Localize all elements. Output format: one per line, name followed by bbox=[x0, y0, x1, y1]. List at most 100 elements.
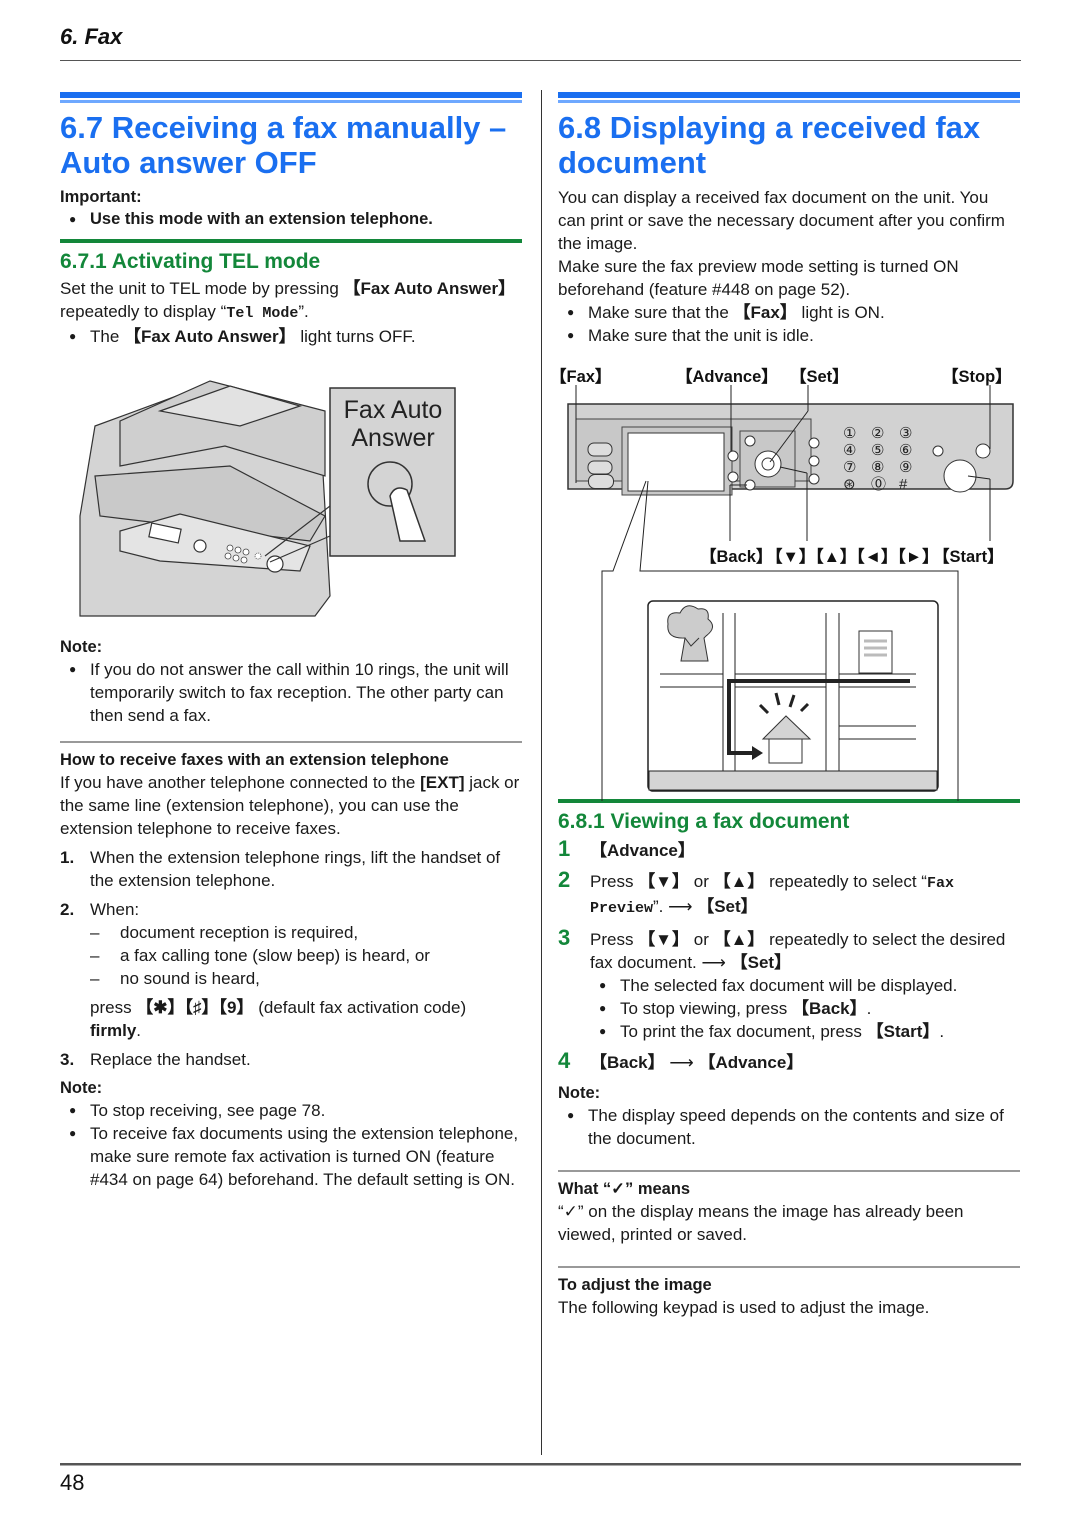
printer-illustration: Fax Auto Answer bbox=[60, 366, 490, 626]
important-item: Use this mode with an extension telephon… bbox=[60, 208, 522, 231]
mini-start bbox=[266, 555, 284, 573]
text: To print the fax document, press bbox=[620, 1022, 867, 1041]
key-back: 【Back】 bbox=[590, 1053, 665, 1072]
key-ext: [EXT] bbox=[420, 773, 465, 792]
step-item: 2 Press 【▼】 or 【▲】 repeatedly to select “… bbox=[558, 868, 1020, 920]
what-means-text: “✓” on the display means the image has a… bbox=[558, 1202, 964, 1244]
key-up: 【▲】 bbox=[713, 872, 765, 891]
subsection-title-6-7-1: 6.7.1 Activating TEL mode bbox=[60, 250, 321, 273]
key-fax: 【Fax】 bbox=[733, 303, 797, 322]
fax-mode-button bbox=[588, 474, 614, 489]
text: Set the unit to TEL mode by pressing bbox=[60, 279, 344, 298]
bullet-item: To stop viewing, press 【Back】. bbox=[590, 997, 1020, 1020]
advance-button bbox=[727, 450, 739, 462]
right-column: 6.8 Displaying a received fax document Y… bbox=[550, 92, 1020, 1319]
note-item: If you do not answer the call within 10 … bbox=[60, 658, 522, 727]
step-item: 4 【Back】 ⟶ 【Advance】 bbox=[558, 1048, 1020, 1074]
lcd-screen bbox=[627, 432, 725, 492]
key-0: ⓪ bbox=[871, 476, 887, 493]
mode-button-1 bbox=[587, 442, 613, 457]
footer-rule bbox=[60, 1463, 1021, 1466]
chapter-header: 6. Fax bbox=[60, 24, 123, 49]
step-text: When the extension telephone rings, lift… bbox=[90, 848, 501, 890]
step-item: 2. When: document reception is required, … bbox=[60, 898, 522, 1042]
step-text: When: bbox=[90, 900, 140, 919]
text: press bbox=[90, 998, 137, 1017]
menu-button bbox=[727, 471, 739, 483]
keypad: ① ② ③ ④ ⑤ ⑥ ⑦ ⑧ ⑨ ⊛ ⓪ # bbox=[843, 425, 927, 493]
step-number: 1. bbox=[60, 848, 75, 867]
control-panel-drawing bbox=[567, 385, 1014, 801]
step3-bullets: The selected fax document will be displa… bbox=[590, 974, 1020, 1043]
divider bbox=[558, 1170, 1020, 1172]
control-panel-figure: 【Fax】 【Advance】 【Set】 【Stop】 【Back】 【▼】【… bbox=[550, 361, 1014, 801]
key-advance: 【Advance】 bbox=[590, 841, 695, 860]
key-start: 【Start】 bbox=[866, 1022, 940, 1041]
condition-item: a fax calling tone (slow beep) is heard,… bbox=[90, 944, 522, 967]
text: ”. bbox=[298, 302, 309, 321]
text: . bbox=[939, 1022, 945, 1041]
text: repeatedly to select “ bbox=[764, 872, 927, 891]
divider bbox=[558, 1266, 1020, 1268]
text: To stop viewing, press bbox=[620, 999, 792, 1018]
text: or bbox=[689, 930, 714, 949]
key-6: ⑥ bbox=[899, 442, 913, 459]
note-list: To stop receiving, see page 78. To recei… bbox=[60, 1099, 522, 1191]
divider bbox=[60, 741, 522, 743]
key-fax-auto-answer: 【Fax Auto Answer】 bbox=[343, 279, 516, 298]
left-column: 6.7 Receiving a fax manually – Auto answ… bbox=[60, 92, 522, 1191]
condition-item: document reception is required, bbox=[90, 921, 522, 944]
text: . bbox=[136, 1021, 142, 1040]
key-5: ⑤ bbox=[871, 442, 885, 459]
note-item: The display speed depends on the content… bbox=[558, 1104, 1020, 1150]
function-button bbox=[744, 435, 756, 447]
tel-mode-bullets: The 【Fax Auto Answer】 light turns OFF. bbox=[60, 325, 522, 348]
key-9: ⑨ bbox=[899, 459, 913, 476]
step-number: 3. bbox=[60, 1050, 75, 1069]
note-list: If you do not answer the call within 10 … bbox=[60, 658, 522, 727]
what-means-title: What “✓” means bbox=[558, 1180, 691, 1198]
key-4: ④ bbox=[843, 442, 857, 459]
text: or bbox=[689, 872, 714, 891]
how-to-intro: If you have another telephone connected … bbox=[60, 771, 522, 840]
key-up: 【▲】 bbox=[713, 930, 765, 949]
intro-paragraph: Make sure the fax preview mode setting i… bbox=[558, 257, 959, 299]
step-item: 1 【Advance】 bbox=[558, 836, 1020, 862]
page-number: 48 bbox=[60, 1470, 85, 1495]
key-star: ⊛ bbox=[843, 476, 856, 493]
key-1: ① bbox=[843, 425, 857, 442]
text: (default fax activation code) bbox=[253, 998, 467, 1017]
column-divider bbox=[541, 90, 542, 1455]
key-fax-auto-answer: 【Fax Auto Answer】 bbox=[124, 327, 296, 346]
note-label: Note: bbox=[60, 638, 103, 656]
key-down: 【▼】 bbox=[638, 872, 690, 891]
text: light turns OFF. bbox=[295, 327, 416, 346]
subsection-rule bbox=[60, 239, 522, 243]
bullet-item: The selected fax document will be displa… bbox=[590, 974, 1020, 997]
activation-keys: 【✱】【♯】【9】 bbox=[136, 998, 254, 1017]
step-item: 3 Press 【▼】 or 【▲】 repeatedly to select t… bbox=[558, 926, 1020, 1043]
text: light is ON. bbox=[796, 303, 885, 322]
text: ”. ⟶ bbox=[653, 897, 698, 916]
step-number: 4 bbox=[558, 1048, 571, 1073]
bullet-item: Make sure that the unit is idle. bbox=[558, 324, 1020, 347]
label-line-2: Answer bbox=[351, 424, 435, 452]
press-code-instruction: press 【✱】【♯】【9】 (default fax activation … bbox=[90, 996, 522, 1042]
step-number: 1 bbox=[558, 836, 571, 861]
important-label: Important: bbox=[60, 188, 142, 206]
text: If you have another telephone connected … bbox=[60, 773, 421, 792]
extension-steps: 1. When the extension telephone rings, li… bbox=[60, 846, 522, 1071]
step-item: 1. When the extension telephone rings, li… bbox=[60, 846, 522, 892]
condition-item: no sound is heard, bbox=[90, 967, 522, 990]
important-list: Use this mode with an extension telephon… bbox=[60, 208, 522, 231]
text: Press bbox=[590, 872, 639, 891]
key-set: 【Set】 bbox=[730, 953, 792, 972]
text: Make sure that the bbox=[588, 303, 734, 322]
key-3: ③ bbox=[899, 425, 913, 442]
bullet-item: The 【Fax Auto Answer】 light turns OFF. bbox=[60, 325, 522, 348]
note-list: The display speed depends on the content… bbox=[558, 1104, 1020, 1150]
key-advance: 【Advance】 bbox=[698, 1053, 804, 1072]
subsection-title-6-8-1: 6.8.1 Viewing a fax document bbox=[558, 810, 850, 833]
building-icon bbox=[858, 630, 893, 674]
key-7: ⑦ bbox=[843, 459, 857, 476]
